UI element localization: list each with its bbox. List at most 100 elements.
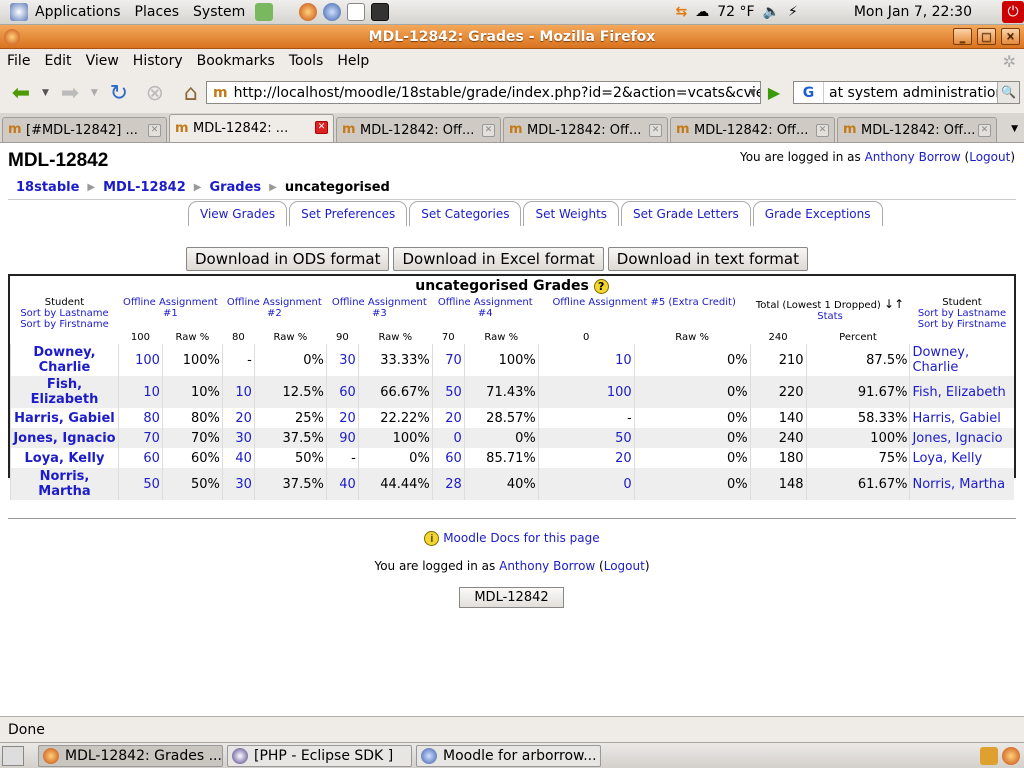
student-name-link-right[interactable]: Jones, Ignacio — [909, 428, 1014, 448]
tab-4[interactable]: m MDL-12842: Off... ✕ — [670, 117, 835, 142]
thunderbird-launcher-icon[interactable] — [323, 3, 342, 21]
forward-history-dropdown-icon[interactable]: ▼ — [91, 88, 98, 98]
breadcrumb-site[interactable]: 18stable — [16, 180, 79, 195]
footer-logout-link[interactable]: Logout — [604, 559, 645, 573]
tab-set-categories[interactable]: Set Categories — [409, 201, 522, 226]
grade-cell[interactable]: 30 — [221, 428, 255, 448]
tab-list-dropdown-icon[interactable]: ▼ — [1011, 124, 1018, 134]
menu-view[interactable]: View — [79, 53, 126, 69]
tab-close-icon[interactable]: ✕ — [816, 124, 829, 137]
grade-cell[interactable]: 40 — [221, 448, 255, 468]
grade-cell[interactable]: 50 — [431, 376, 465, 408]
reload-icon[interactable]: ↻ — [104, 78, 134, 108]
tab-set-grade-letters[interactable]: Set Grade Letters — [621, 201, 751, 226]
back-history-dropdown-icon[interactable]: ▼ — [42, 88, 49, 98]
tab-close-icon[interactable]: ✕ — [482, 124, 495, 137]
assignment-3-header[interactable]: Offline Assignment #3 — [332, 297, 427, 319]
user-link[interactable]: Anthony Borrow — [865, 150, 961, 164]
moodle-docs-link[interactable]: Moodle Docs for this page — [443, 531, 599, 545]
tab-close-icon[interactable]: ✕ — [978, 124, 991, 137]
task-moodle[interactable]: Moodle for arborrow... — [416, 744, 601, 767]
grade-cell[interactable]: 90 — [325, 428, 359, 448]
student-name-link-right[interactable]: Fish, Elizabeth — [909, 376, 1014, 408]
logout-link[interactable]: Logout — [969, 150, 1010, 164]
task-eclipse[interactable]: [PHP - Eclipse SDK ] — [227, 744, 412, 767]
minimize-button[interactable]: _ — [953, 28, 972, 45]
course-home-button[interactable]: MDL-12842 — [459, 587, 564, 608]
update-notifier-icon[interactable]: ⇆ — [676, 4, 688, 20]
sort-lastname-link[interactable]: Sort by Lastname — [20, 308, 108, 319]
firefox-window-icon[interactable] — [4, 29, 20, 45]
tab-close-icon[interactable]: ✕ — [315, 121, 328, 134]
firefox-launcher-icon[interactable] — [299, 3, 318, 21]
stop-icon[interactable]: ⊗ — [140, 78, 170, 108]
student-name-link[interactable]: Loya, Kelly — [10, 448, 119, 468]
grade-cell[interactable]: 20 — [221, 408, 255, 428]
terminal-launcher-icon[interactable] — [371, 3, 390, 21]
breadcrumb-course[interactable]: MDL-12842 — [103, 180, 186, 195]
sort-arrows-icon[interactable]: ↓↑ — [884, 297, 904, 311]
grade-cell[interactable]: 100 — [117, 344, 163, 376]
url-bar[interactable]: m http://localhost/moodle/18stable/grade… — [206, 81, 761, 104]
student-name-link-right[interactable]: Norris, Martha — [909, 468, 1014, 500]
student-name-link[interactable]: Harris, Gabiel — [10, 408, 119, 428]
tab-set-preferences[interactable]: Set Preferences — [289, 201, 408, 226]
tab-view-grades[interactable]: View Grades — [188, 201, 288, 226]
tab-grade-exceptions[interactable]: Grade Exceptions — [752, 201, 883, 226]
student-name-link-right[interactable]: Loya, Kelly — [909, 448, 1014, 468]
places-menu[interactable]: Places — [128, 4, 187, 20]
volume-icon[interactable]: 🔈 — [763, 4, 780, 20]
grade-cell[interactable]: 30 — [325, 344, 359, 376]
task-firefox[interactable]: MDL-12842: Grades ... — [38, 744, 223, 767]
grade-cell[interactable]: 100 — [537, 376, 635, 408]
stats-link[interactable]: Stats — [817, 311, 843, 322]
help-icon[interactable]: ? — [593, 278, 609, 294]
tab-close-icon[interactable]: ✕ — [148, 124, 161, 137]
grade-cell[interactable]: 0 — [431, 428, 465, 448]
network-icon[interactable] — [255, 3, 274, 21]
weather-icon[interactable]: ☁ — [695, 4, 709, 20]
weather-temp[interactable]: 72 °F — [717, 4, 754, 20]
sort-lastname-link-right[interactable]: Sort by Lastname — [918, 308, 1006, 319]
tab-3[interactable]: m MDL-12842: Off... ✕ — [503, 117, 668, 142]
search-bar[interactable]: G at system administration 🔍 — [793, 81, 1020, 104]
search-magnifier-icon[interactable]: 🔍 — [997, 82, 1019, 103]
grade-cell[interactable]: 60 — [325, 376, 359, 408]
system-menu[interactable]: System — [186, 4, 252, 20]
grade-cell[interactable]: 50 — [117, 468, 163, 500]
url-dropdown-icon[interactable]: ▼ — [749, 88, 756, 98]
grade-cell[interactable]: 30 — [221, 468, 255, 500]
tab-0[interactable]: m [#MDL-12842] ... ✕ — [2, 117, 167, 142]
download-text-button[interactable]: Download in text format — [607, 247, 808, 271]
grade-cell[interactable]: 70 — [431, 344, 465, 376]
student-name-link[interactable]: Norris, Martha — [10, 468, 119, 500]
shutdown-icon[interactable]: ⏻ — [1002, 1, 1024, 23]
breadcrumb-grades[interactable]: Grades — [209, 180, 261, 195]
student-name-link-right[interactable]: Downey, Charlie — [909, 344, 1014, 376]
close-window-button[interactable]: ✕ — [1001, 28, 1020, 45]
assignment-2-header[interactable]: Offline Assignment #2 — [227, 297, 322, 319]
grade-cell[interactable]: 50 — [537, 428, 635, 448]
grade-cell[interactable]: 60 — [117, 448, 163, 468]
student-name-link[interactable]: Fish, Elizabeth — [10, 376, 119, 408]
tab-1[interactable]: m MDL-12842: ... ✕ — [169, 114, 334, 142]
menu-help[interactable]: Help — [330, 53, 376, 69]
applications-menu[interactable]: Applications — [0, 3, 128, 21]
google-engine-icon[interactable]: G — [794, 82, 824, 103]
student-name-link-right[interactable]: Harris, Gabiel — [909, 408, 1014, 428]
sort-firstname-link[interactable]: Sort by Firstname — [20, 319, 109, 330]
grade-cell[interactable]: 10 — [117, 376, 163, 408]
document-launcher-icon[interactable] — [347, 3, 366, 21]
assignment-1-header[interactable]: Offline Assignment #1 — [123, 297, 218, 319]
tab-close-icon[interactable]: ✕ — [649, 124, 662, 137]
power-icon[interactable]: ⚡ — [788, 4, 798, 20]
menu-bookmarks[interactable]: Bookmarks — [190, 53, 282, 69]
assignment-5-header[interactable]: Offline Assignment #5 (Extra Credit) — [552, 297, 735, 308]
forward-icon[interactable]: ➡ — [55, 78, 85, 108]
menu-file[interactable]: File — [0, 53, 37, 69]
maximize-button[interactable]: □ — [977, 28, 996, 45]
grade-cell[interactable]: 0 — [537, 468, 635, 500]
download-excel-button[interactable]: Download in Excel format — [393, 247, 604, 271]
student-name-link[interactable]: Downey, Charlie — [10, 344, 119, 376]
tab-5[interactable]: m MDL-12842: Off... ✕ — [837, 117, 997, 142]
